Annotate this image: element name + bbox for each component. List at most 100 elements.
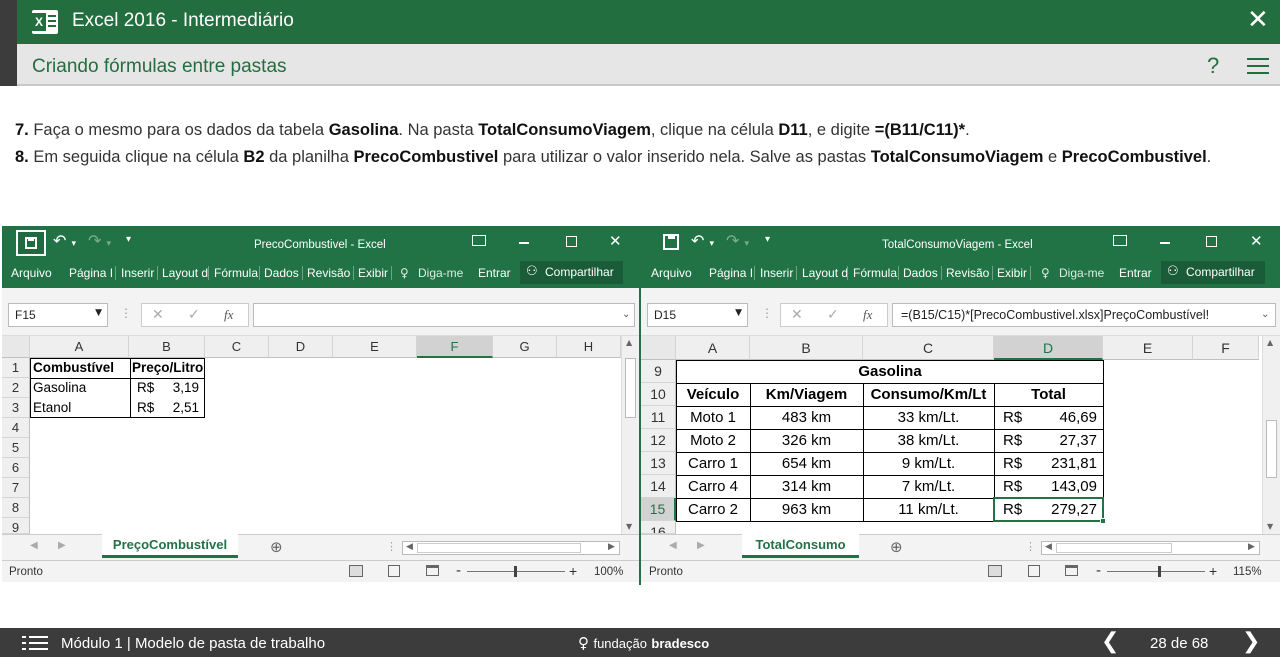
row-header[interactable]: 11 xyxy=(641,406,676,429)
close-window-button[interactable]: ✕ xyxy=(1250,232,1263,250)
cell[interactable]: 7 km/Lt. xyxy=(863,475,994,498)
row-header[interactable]: 10 xyxy=(641,383,676,406)
page-layout-icon[interactable] xyxy=(388,565,400,577)
expand-formula-icon[interactable]: ⌄ xyxy=(1261,309,1269,320)
cell[interactable]: Combustível xyxy=(30,358,117,378)
tab-dados[interactable]: Dados xyxy=(903,266,942,280)
tab-revisao[interactable]: Revisão xyxy=(946,266,994,280)
cell[interactable]: Moto 2 xyxy=(676,429,750,452)
cell[interactable]: 279,27 xyxy=(1031,498,1097,521)
minimize-button[interactable] xyxy=(519,242,529,244)
row-header[interactable]: 12 xyxy=(641,429,676,452)
cancel-icon[interactable]: ✕ xyxy=(152,307,164,323)
page-layout-icon[interactable] xyxy=(1028,565,1040,577)
column-header[interactable]: C xyxy=(205,336,269,358)
formula-input[interactable] xyxy=(253,303,635,327)
zoom-out-icon[interactable]: - xyxy=(1096,562,1101,579)
horizontal-scrollbar[interactable]: ◀ ▶ xyxy=(402,541,620,555)
cell[interactable]: R$ xyxy=(1003,498,1022,521)
column-header[interactable]: E xyxy=(333,336,417,358)
insert-function-icon[interactable]: fx xyxy=(863,307,872,323)
scroll-right-icon[interactable]: ▶ xyxy=(1248,542,1255,552)
tab-arquivo[interactable]: Arquivo xyxy=(11,266,52,280)
scroll-thumb[interactable] xyxy=(1056,543,1172,553)
scroll-thumb[interactable] xyxy=(625,358,636,418)
cell[interactable]: Gasolina xyxy=(30,378,89,398)
tell-me-box[interactable]: Diga-me xyxy=(418,266,463,280)
normal-view-icon[interactable] xyxy=(349,565,363,577)
minimize-button[interactable] xyxy=(1160,242,1170,244)
cell[interactable]: 3,19 xyxy=(162,378,202,398)
row-header[interactable]: 6 xyxy=(2,458,30,478)
previous-page-icon[interactable]: ❮ xyxy=(1101,629,1119,654)
column-header[interactable]: C xyxy=(863,336,994,360)
vertical-scrollbar[interactable]: ▲ ▼ xyxy=(621,336,639,534)
row-header[interactable]: 1 xyxy=(2,358,30,378)
cancel-icon[interactable]: ✕ xyxy=(791,307,803,323)
scroll-down-icon[interactable]: ▼ xyxy=(1267,522,1273,531)
row-header[interactable]: 9 xyxy=(641,360,676,383)
cell[interactable]: 9 km/Lt. xyxy=(863,452,994,475)
scroll-up-icon[interactable]: ▲ xyxy=(626,338,632,347)
tab-pagina-inicial[interactable]: Página I xyxy=(709,266,755,280)
cell[interactable]: 143,09 xyxy=(1031,475,1097,498)
tab-formulas[interactable]: Fórmula xyxy=(853,266,899,280)
prev-sheet-icon[interactable]: ◀ xyxy=(669,540,677,551)
cell[interactable]: Total xyxy=(994,383,1103,406)
cell[interactable]: 326 km xyxy=(750,429,863,452)
add-sheet-icon[interactable]: ⊕ xyxy=(270,538,283,556)
zoom-thumb[interactable] xyxy=(514,566,517,577)
column-header[interactable]: E xyxy=(1103,336,1193,360)
enter-icon[interactable]: ✓ xyxy=(188,307,200,323)
zoom-level[interactable]: 100% xyxy=(594,566,623,578)
row-header[interactable]: 16 xyxy=(641,521,676,534)
row-header[interactable]: 3 xyxy=(2,398,30,418)
cell[interactable]: Consumo/Km/Lt xyxy=(863,383,994,406)
cell[interactable]: Km/Viagem xyxy=(750,383,863,406)
tab-exibir[interactable]: Exibir xyxy=(997,266,1032,280)
row-header[interactable]: 4 xyxy=(2,418,30,438)
cell[interactable]: Carro 1 xyxy=(676,452,750,475)
tab-layout[interactable]: Layout d xyxy=(162,266,209,280)
sheet-tab[interactable]: TotalConsumo xyxy=(742,534,859,558)
column-header-selected[interactable]: D xyxy=(994,336,1103,360)
zoom-in-icon[interactable]: + xyxy=(569,563,577,579)
column-header[interactable]: A xyxy=(676,336,750,360)
tab-inserir[interactable]: Inserir xyxy=(121,266,159,280)
tab-pagina-inicial[interactable]: Página I xyxy=(69,266,116,280)
formula-input[interactable]: =(B15/C15)*[PrecoCombustivel.xlsx]PreçoC… xyxy=(892,303,1276,327)
cell[interactable]: Gasolina xyxy=(676,360,1104,383)
zoom-in-icon[interactable]: + xyxy=(1209,563,1217,579)
hamburger-icon[interactable] xyxy=(1247,58,1269,74)
page-break-icon[interactable] xyxy=(1065,565,1078,576)
cell[interactable]: R$ xyxy=(1003,406,1022,429)
column-header-selected[interactable]: F xyxy=(417,336,493,358)
next-page-icon[interactable]: ❯ xyxy=(1242,629,1260,654)
row-header[interactable]: 13 xyxy=(641,452,676,475)
column-header[interactable]: G xyxy=(493,336,557,358)
tab-formulas[interactable]: Fórmula xyxy=(214,266,260,280)
row-header[interactable]: 14 xyxy=(641,475,676,498)
cell[interactable]: 38 km/Lt. xyxy=(863,429,994,452)
sign-in-link[interactable]: Entrar xyxy=(1119,266,1152,280)
column-header[interactable]: H xyxy=(557,336,621,358)
expand-formula-icon[interactable]: ⌄ xyxy=(622,309,630,320)
scroll-up-icon[interactable]: ▲ xyxy=(1267,338,1273,347)
next-sheet-icon[interactable]: ▶ xyxy=(697,540,705,551)
add-sheet-icon[interactable]: ⊕ xyxy=(890,538,903,556)
tab-layout[interactable]: Layout d xyxy=(802,266,848,280)
scroll-left-icon[interactable]: ◀ xyxy=(406,542,413,552)
prev-sheet-icon[interactable]: ◀ xyxy=(30,540,38,551)
scroll-thumb[interactable] xyxy=(417,543,581,553)
maximize-button[interactable] xyxy=(566,236,577,247)
zoom-thumb[interactable] xyxy=(1158,566,1161,577)
cell[interactable]: 314 km xyxy=(750,475,863,498)
zoom-out-icon[interactable]: - xyxy=(456,562,461,579)
tab-dados[interactable]: Dados xyxy=(264,266,303,280)
undo-icon[interactable]: ↶ ▾ xyxy=(53,231,76,250)
list-menu-icon[interactable] xyxy=(22,636,48,650)
cell[interactable]: 33 km/Lt. xyxy=(863,406,994,429)
share-button[interactable]: ⚇ Compartilhar xyxy=(520,261,623,284)
insert-function-icon[interactable]: fx xyxy=(224,307,233,323)
tell-me-box[interactable]: Diga-me xyxy=(1059,266,1104,280)
